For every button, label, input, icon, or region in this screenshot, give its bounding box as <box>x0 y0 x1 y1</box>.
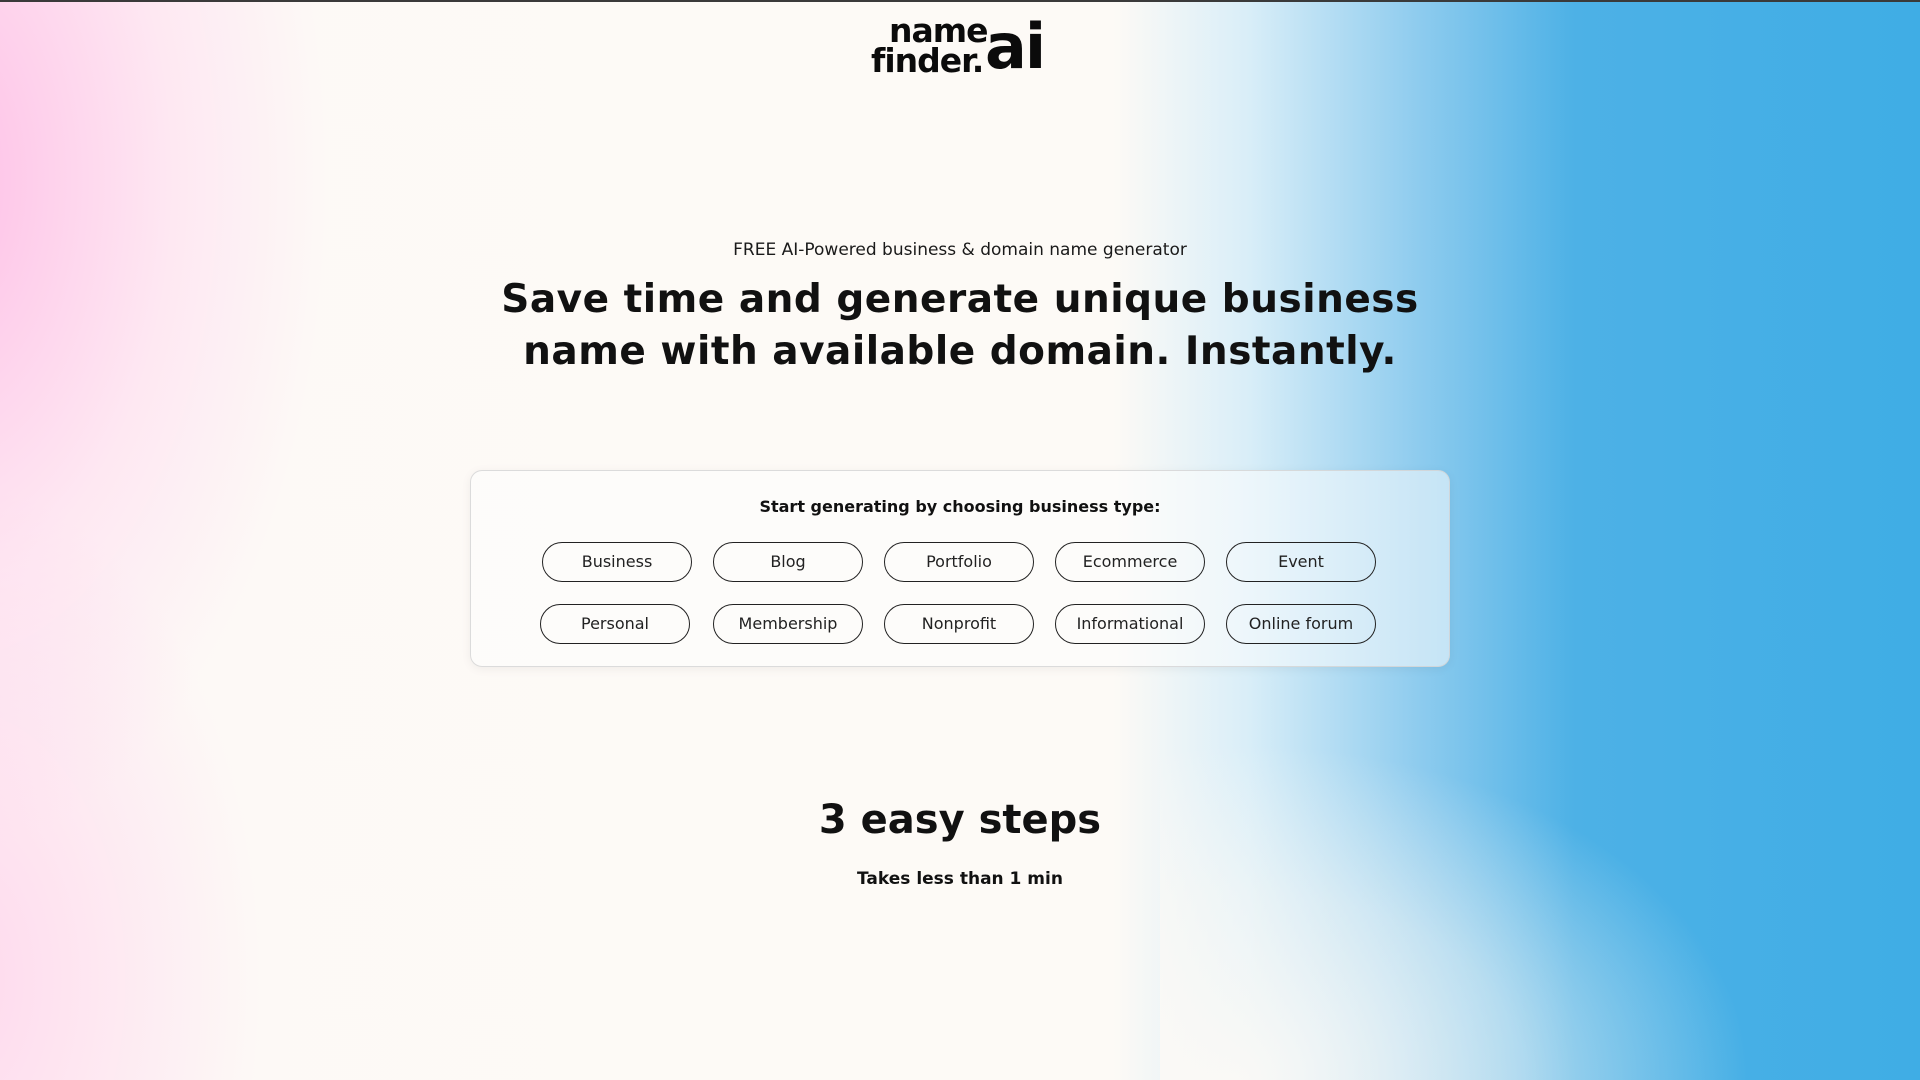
hero-tagline: FREE AI-Powered business & domain name g… <box>733 240 1187 260</box>
business-type-business-button[interactable]: Business <box>542 542 692 582</box>
business-type-portfolio-button[interactable]: Portfolio <box>884 542 1034 582</box>
logo-link[interactable]: name finder. ai <box>871 14 1049 82</box>
steps-title: 3 easy steps <box>818 797 1102 843</box>
business-type-card: Start generating by choosing business ty… <box>470 470 1450 667</box>
business-type-personal-button[interactable]: Personal <box>540 604 690 644</box>
business-type-online-forum-button[interactable]: Online forum <box>1226 604 1376 644</box>
business-type-blog-button[interactable]: Blog <box>713 542 863 582</box>
steps-subtitle: Takes less than 1 min <box>857 869 1063 889</box>
business-type-event-button[interactable]: Event <box>1226 542 1376 582</box>
business-type-prompt: Start generating by choosing business ty… <box>759 497 1161 516</box>
business-type-informational-button[interactable]: Informational <box>1055 604 1205 644</box>
business-type-nonprofit-button[interactable]: Nonprofit <box>884 604 1034 644</box>
business-type-membership-button[interactable]: Membership <box>713 604 863 644</box>
logo-ai-mark: ai <box>985 10 1046 83</box>
logo-word-finder: finder. <box>871 41 984 80</box>
top-border <box>0 0 1920 2</box>
hero-headline: Save time and generate unique business n… <box>501 277 1419 374</box>
business-type-ecommerce-button[interactable]: Ecommerce <box>1055 542 1205 582</box>
